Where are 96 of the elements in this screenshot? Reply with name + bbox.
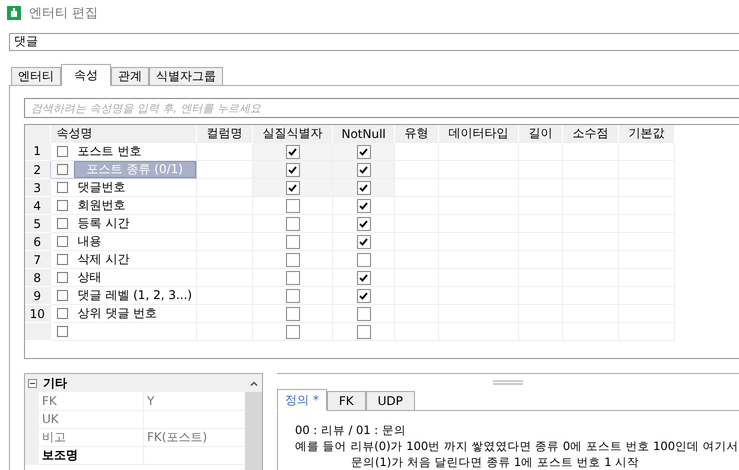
row-number: 5 — [25, 214, 50, 232]
identifier-checkbox[interactable] — [286, 252, 300, 267]
row-number: 6 — [25, 232, 50, 250]
property-name: UK — [39, 410, 144, 429]
row-number: 1 — [25, 142, 50, 160]
row-checkbox[interactable] — [56, 218, 68, 229]
name-cell[interactable]: 내용 — [50, 232, 197, 250]
tab[interactable]: 식별자그룹 — [149, 67, 223, 85]
attribute-name[interactable]: 포스트 번호 — [74, 144, 146, 159]
attribute-name[interactable]: 댓글 레벨 (1, 2, 3...) — [74, 288, 196, 303]
column-header[interactable]: 기본값 — [618, 125, 675, 142]
attribute-name[interactable]: 삭제 시간 — [74, 252, 134, 267]
row-checkbox[interactable] — [56, 200, 68, 211]
app-icon — [7, 6, 21, 20]
scroll-up-icon[interactable] — [250, 380, 258, 386]
name-cell[interactable]: 상위 댓글 번호 — [50, 304, 197, 322]
row-number: 8 — [25, 268, 50, 286]
column-header[interactable]: 길이 — [518, 125, 563, 142]
identifier-checkbox[interactable] — [286, 216, 300, 231]
attribute-name[interactable]: 상태 — [74, 270, 106, 285]
splitter-grip-icon[interactable] — [493, 380, 523, 384]
tab[interactable]: 엔터티 — [11, 67, 61, 85]
not-null-checkbox[interactable] — [356, 180, 371, 195]
row-number: 10 — [25, 304, 50, 322]
not-null-checkbox[interactable] — [356, 324, 371, 339]
row-gutter — [25, 446, 39, 465]
window-title: 엔터티 편집 — [29, 4, 98, 22]
property-name: FK — [39, 392, 144, 411]
identifier-checkbox[interactable] — [286, 324, 300, 339]
attribute-name[interactable]: 등록 시간 — [74, 216, 134, 231]
identifier-checkbox[interactable] — [286, 198, 300, 213]
row-number: 7 — [25, 250, 50, 268]
identifier-checkbox[interactable] — [286, 162, 300, 177]
collapse-icon[interactable] — [28, 378, 37, 388]
attribute-name[interactable]: 상위 댓글 번호 — [74, 306, 162, 321]
name-cell[interactable]: 등록 시간 — [50, 214, 197, 232]
name-cell[interactable]: 상태 — [50, 268, 197, 286]
row-checkbox[interactable] — [56, 272, 68, 283]
name-cell[interactable]: 회원번호 — [50, 196, 197, 214]
definition-text: 문의(1)가 처음 달린다면 종류 1에 포스트 번호 1 시작 — [350, 455, 640, 470]
identifier-checkbox[interactable] — [286, 234, 300, 249]
property-name: 비고 — [39, 428, 144, 447]
not-null-checkbox[interactable] — [356, 216, 371, 231]
row-checkbox[interactable] — [56, 308, 68, 319]
search-field[interactable]: 검색하려는 속성명을 입력 후, 엔터를 누르세요 — [24, 98, 739, 118]
not-null-checkbox[interactable] — [356, 144, 371, 159]
attribute-name[interactable]: 댓글번호 — [74, 180, 130, 195]
column-header[interactable]: 소수점 — [562, 125, 619, 142]
row-checkbox[interactable] — [56, 146, 68, 157]
property-name: 보조명 — [39, 446, 144, 465]
not-null-checkbox[interactable] — [356, 198, 371, 213]
attribute-name[interactable]: 내용 — [74, 234, 106, 249]
name-cell[interactable] — [50, 322, 197, 340]
row-checkbox[interactable] — [56, 326, 68, 337]
tab[interactable]: UDP — [366, 391, 415, 410]
definition-text: 00 : 리뷰 / 01 : 문의 — [295, 423, 407, 438]
not-null-checkbox[interactable] — [356, 270, 371, 285]
identifier-checkbox[interactable] — [286, 180, 300, 195]
tab[interactable]: 속성 — [61, 64, 111, 86]
group-label: 기타 — [43, 374, 67, 392]
name-cell[interactable]: 포스트 번호 — [50, 142, 197, 160]
not-null-checkbox[interactable] — [356, 306, 371, 321]
row-number: 2 — [25, 160, 50, 178]
definition-text: 예를 들어 리뷰(0)가 100번 까지 쌓였였다면 종류 0에 포스트 번호 100인데 여기서 — [295, 439, 739, 454]
tab[interactable]: FK — [326, 391, 366, 410]
row-checkbox[interactable] — [56, 290, 68, 301]
row-number: 4 — [25, 196, 50, 214]
not-null-checkbox[interactable] — [356, 162, 371, 177]
name-cell[interactable]: 댓글번호 — [50, 178, 197, 196]
row-checkbox[interactable] — [56, 182, 68, 193]
identifier-checkbox[interactable] — [286, 270, 300, 285]
row-number: 3 — [25, 178, 50, 196]
attribute-name[interactable]: 회원번호 — [74, 198, 130, 213]
column-header[interactable]: 유형 — [394, 125, 439, 142]
row-checkbox[interactable] — [56, 164, 68, 175]
column-header[interactable]: 실질식별자 — [252, 125, 333, 142]
row-number: 9 — [25, 286, 50, 304]
column-header[interactable]: 속성명 — [50, 125, 197, 142]
not-null-checkbox[interactable] — [356, 288, 371, 303]
identifier-checkbox[interactable] — [286, 306, 300, 321]
column-header[interactable]: NotNull — [332, 125, 395, 142]
not-null-checkbox[interactable] — [356, 252, 371, 267]
column-header[interactable]: 컬럼명 — [196, 125, 253, 142]
name-cell[interactable]: 삭제 시간 — [50, 250, 197, 268]
row-checkbox[interactable] — [56, 236, 68, 247]
row-number — [25, 322, 50, 340]
scrollbar[interactable] — [245, 374, 262, 470]
tab[interactable]: 정의 * — [277, 389, 327, 411]
column-header[interactable]: 데이터타입 — [438, 125, 519, 142]
identifier-checkbox[interactable] — [286, 144, 300, 159]
identifier-checkbox[interactable] — [286, 288, 300, 303]
entity-name-field[interactable]: 댓글 — [9, 32, 739, 51]
not-null-checkbox[interactable] — [356, 234, 371, 249]
row-checkbox[interactable] — [56, 254, 68, 265]
name-cell[interactable]: 댓글 레벨 (1, 2, 3...) — [50, 286, 197, 304]
tab[interactable]: 관계 — [111, 67, 149, 85]
